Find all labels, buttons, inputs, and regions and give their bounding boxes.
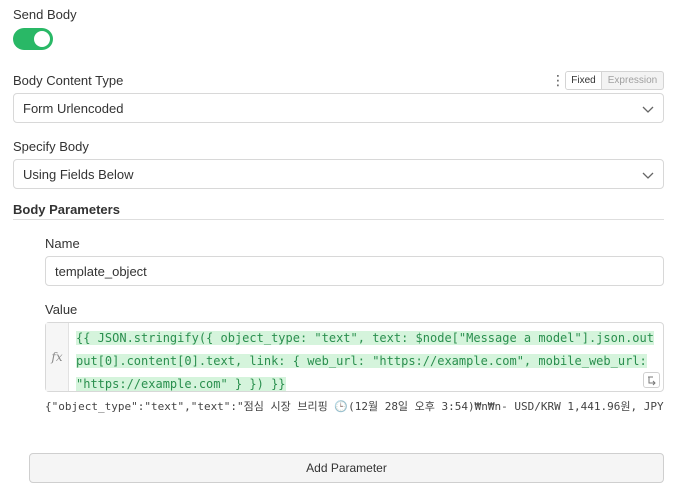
add-parameter-button[interactable]: Add Parameter: [29, 453, 664, 483]
mode-expression-button[interactable]: Expression: [602, 72, 663, 89]
toggle-knob: [34, 31, 50, 47]
expression-code[interactable]: {{ JSON.stringify({ object_type: "text",…: [76, 327, 660, 396]
parameter-name-value: template_object: [55, 264, 147, 279]
specify-body-label: Specify Body: [13, 139, 89, 154]
value-mode-switch: Fixed Expression: [565, 71, 664, 90]
body-content-type-value: Form Urlencoded: [23, 101, 124, 116]
body-content-type-label: Body Content Type: [13, 73, 124, 88]
chevron-down-icon: [642, 106, 654, 113]
name-label: Name: [45, 236, 80, 251]
value-label: Value: [45, 302, 78, 317]
section-divider: [13, 219, 664, 220]
send-body-toggle[interactable]: [13, 28, 53, 50]
expression-text: {{ JSON.stringify({ object_type: "text",…: [76, 331, 654, 391]
body-content-type-select[interactable]: Form Urlencoded: [13, 93, 664, 123]
expression-result-preview: {"object_type":"text","text":"점심 시장 브리핑 …: [45, 400, 664, 413]
expand-icon-glyph: [648, 376, 656, 386]
kebab-menu-icon[interactable]: ⋮: [551, 72, 565, 88]
parameter-name-input[interactable]: template_object: [45, 256, 664, 286]
body-parameters-heading: Body Parameters: [13, 202, 120, 217]
specify-body-value: Using Fields Below: [23, 167, 134, 182]
mode-fixed-button[interactable]: Fixed: [566, 72, 602, 89]
chevron-down-icon: [642, 172, 654, 179]
specify-body-select[interactable]: Using Fields Below: [13, 159, 664, 189]
send-body-label: Send Body: [13, 7, 77, 22]
fx-icon: fx: [46, 323, 69, 391]
parameter-value-expression-editor[interactable]: fx {{ JSON.stringify({ object_type: "tex…: [45, 322, 664, 392]
expand-icon[interactable]: [643, 372, 660, 388]
